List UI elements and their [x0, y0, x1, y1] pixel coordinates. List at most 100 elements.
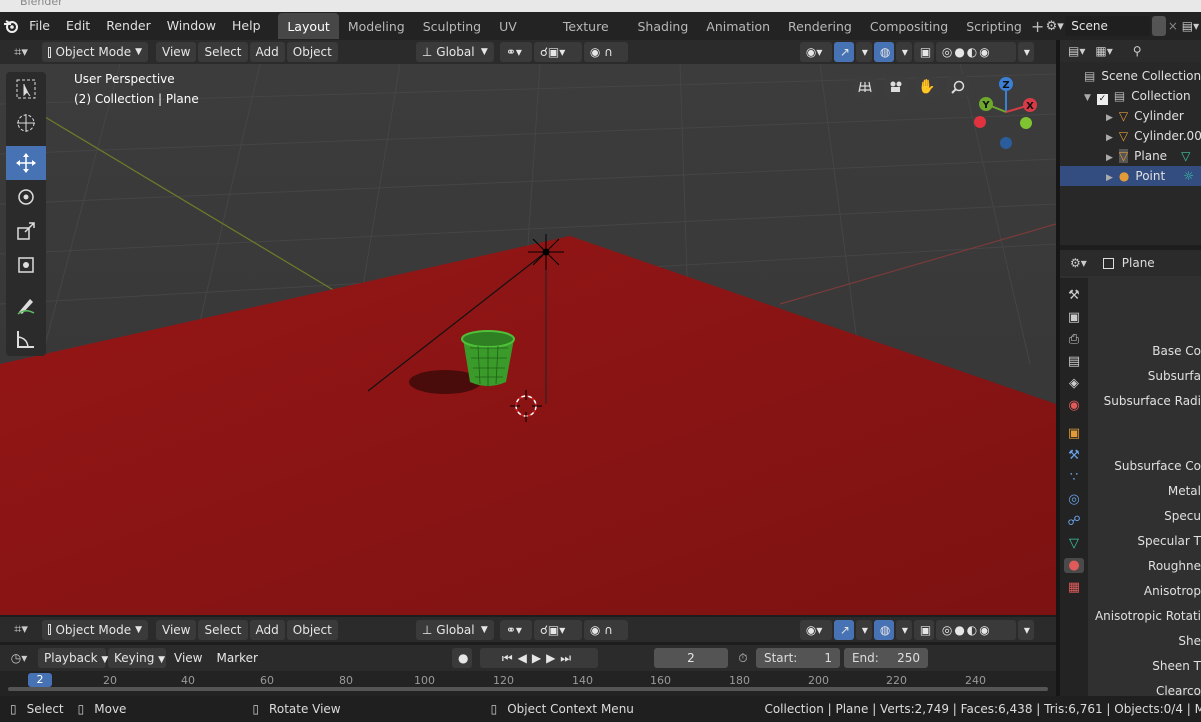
scene-name-field[interactable]: Scene	[1065, 16, 1150, 36]
render-icon[interactable]: ▣	[1068, 310, 1080, 325]
gizmo-neg-y-icon[interactable]	[1020, 117, 1032, 129]
gizmo-toggle-icon[interactable]: ↗	[833, 619, 854, 640]
menu-render[interactable]: Render	[98, 15, 159, 37]
mesh-data-icon[interactable]: ▽	[1069, 536, 1079, 551]
tab-texture-paint[interactable]: Texture Paint	[554, 13, 629, 62]
chevron-right-icon[interactable]: ▶	[1106, 173, 1113, 183]
view-layer-icon[interactable]: ▤▾	[1180, 19, 1201, 33]
scale-tool-icon[interactable]	[6, 214, 46, 248]
gizmo-neg-x-icon[interactable]	[974, 116, 986, 128]
outliner-item-cylinder-001[interactable]: ▶ ▽ Cylinder.00	[1060, 126, 1201, 146]
gizmo-dropdown-icon[interactable]: ▾	[855, 619, 872, 640]
mode-dropdown[interactable]: Object Mode ▼	[42, 619, 148, 640]
tab-animation[interactable]: Animation	[697, 13, 779, 39]
transform-tool-icon[interactable]	[6, 248, 46, 282]
shading-modes-icon[interactable]: ◎●◐◉	[935, 42, 1016, 62]
menu-view[interactable]: View	[156, 42, 197, 62]
timeline-ruler[interactable]: 2 20 40 60 80 100 120 140 160 180 200 22…	[0, 671, 1056, 696]
record-icon[interactable]: ●	[451, 648, 472, 668]
menu-playback[interactable]: Playback ▼	[38, 648, 108, 668]
orientation-dropdown[interactable]: ⊥ Global ▼	[415, 619, 494, 640]
delete-scene-icon[interactable]: ×	[1166, 16, 1180, 36]
select-box-tool-icon[interactable]	[6, 72, 46, 106]
menu-select[interactable]: Select	[198, 42, 248, 62]
visibility-icon[interactable]: ◉▾	[799, 42, 832, 62]
overlay-dropdown-icon[interactable]: ▾	[895, 619, 912, 640]
playback-controls-icon[interactable]: ⏮◀▶▶⏭	[479, 648, 598, 668]
xray-icon[interactable]: ▣	[913, 619, 934, 640]
menu-file[interactable]: File	[21, 15, 58, 37]
chevron-down-icon[interactable]: ▼	[1084, 93, 1091, 103]
overlay-toggle-icon[interactable]: ◍	[873, 619, 894, 640]
properties-editor-icon[interactable]: ⚙▾	[1070, 256, 1087, 270]
annotate-tool-icon[interactable]	[6, 288, 46, 322]
mode-dropdown[interactable]: Object Mode ▼	[42, 42, 148, 62]
cursor-tool-icon[interactable]	[6, 106, 46, 140]
outliner-item-cylinder[interactable]: ▶ ▽ Cylinder	[1060, 106, 1201, 126]
end-frame-field[interactable]: End: 250	[843, 648, 928, 668]
menu-edit[interactable]: Edit	[58, 15, 98, 37]
outliner-item-plane[interactable]: ▶ ▽ Plane ▽	[1060, 146, 1201, 166]
menu-select[interactable]: Select	[198, 619, 248, 640]
start-frame-field[interactable]: Start: 1	[755, 648, 840, 668]
menu-timeline-view[interactable]: View	[168, 648, 208, 668]
add-workspace-icon[interactable]: +	[1031, 17, 1044, 36]
menu-keying[interactable]: Keying ▼	[108, 648, 166, 668]
camera-icon[interactable]	[883, 74, 909, 100]
tab-modeling[interactable]: Modeling	[339, 13, 414, 39]
3d-viewport[interactable]: User Perspective (2) Collection | Plane …	[0, 64, 1056, 615]
tab-layout[interactable]: Layout	[278, 13, 339, 39]
xray-icon[interactable]: ▣	[913, 42, 934, 62]
chevron-right-icon[interactable]: ▶	[1106, 133, 1113, 143]
navigation-gizmo[interactable]: Z X Y	[968, 72, 1048, 156]
scene-icon[interactable]: ◈	[1069, 376, 1079, 391]
menu-object[interactable]: Object	[286, 42, 338, 62]
editor-type-icon[interactable]: ⌗▾	[0, 622, 42, 637]
world-icon[interactable]: ◉	[1068, 398, 1079, 413]
tab-shading[interactable]: Shading	[629, 13, 698, 39]
move-tool-icon[interactable]	[6, 146, 46, 180]
menu-marker[interactable]: Marker	[210, 648, 263, 668]
menu-add[interactable]: Add	[249, 42, 285, 62]
orientation-dropdown[interactable]: ⊥ Global ▼	[415, 42, 494, 62]
tab-rendering[interactable]: Rendering	[779, 13, 861, 39]
output-icon[interactable]: ⎙	[1069, 332, 1079, 347]
rotate-tool-icon[interactable]	[6, 180, 46, 214]
blender-logo-icon[interactable]	[0, 18, 21, 34]
grid-view-icon[interactable]	[852, 74, 878, 100]
view-layer-icon[interactable]: ▤	[1068, 354, 1080, 369]
checkbox-icon[interactable]: ✓	[1096, 94, 1108, 105]
overlay-toggle-icon[interactable]: ◍	[873, 42, 894, 62]
tool-settings-icon[interactable]: ⚒	[1068, 288, 1080, 303]
measure-tool-icon[interactable]	[6, 322, 46, 356]
snap-icon[interactable]: ☌▣▾	[533, 619, 582, 640]
chevron-right-icon[interactable]: ▶	[1106, 153, 1113, 163]
outliner-editor-icon[interactable]: ▤▾	[1068, 44, 1085, 58]
timeline-editor-icon[interactable]: ◷▾	[0, 651, 38, 665]
tab-sculpting[interactable]: Sculpting	[414, 13, 490, 39]
new-scene-icon[interactable]	[1151, 16, 1166, 36]
outliner-item-point[interactable]: ▶ ● Point ☼	[1060, 166, 1201, 186]
search-icon[interactable]: ⚲	[1133, 44, 1142, 58]
particles-icon[interactable]: ∵	[1070, 470, 1078, 485]
collection-row[interactable]: ▼ ✓ ▤ Collection	[1060, 86, 1201, 106]
proportional-edit-icon[interactable]: ◉ ∩	[583, 619, 628, 640]
proportional-edit-icon[interactable]: ◉ ∩	[583, 42, 628, 62]
scene-selector-icon[interactable]: ⚙▾	[1044, 19, 1065, 34]
current-frame-field[interactable]: 2	[653, 648, 728, 668]
tab-scripting[interactable]: Scripting	[957, 13, 1031, 39]
menu-view[interactable]: View	[156, 619, 197, 640]
menu-window[interactable]: Window	[159, 15, 224, 37]
shading-modes-icon[interactable]: ◎●◐◉	[935, 619, 1016, 640]
menu-help[interactable]: Help	[224, 15, 269, 37]
pivot-icon[interactable]: ⚭▾	[499, 42, 532, 62]
shading-dropdown-icon[interactable]: ▾	[1017, 42, 1034, 62]
physics-icon[interactable]: ◎	[1068, 492, 1079, 507]
pivot-icon[interactable]: ⚭▾	[499, 619, 532, 640]
object-properties-icon[interactable]: ▣	[1068, 426, 1080, 441]
gizmo-neg-z-icon[interactable]	[1000, 137, 1012, 149]
overlay-dropdown-icon[interactable]: ▾	[895, 42, 912, 62]
tab-uv-editing[interactable]: UV Editing	[490, 13, 554, 62]
menu-add[interactable]: Add	[249, 619, 285, 640]
shading-dropdown-icon[interactable]: ▾	[1017, 619, 1034, 640]
